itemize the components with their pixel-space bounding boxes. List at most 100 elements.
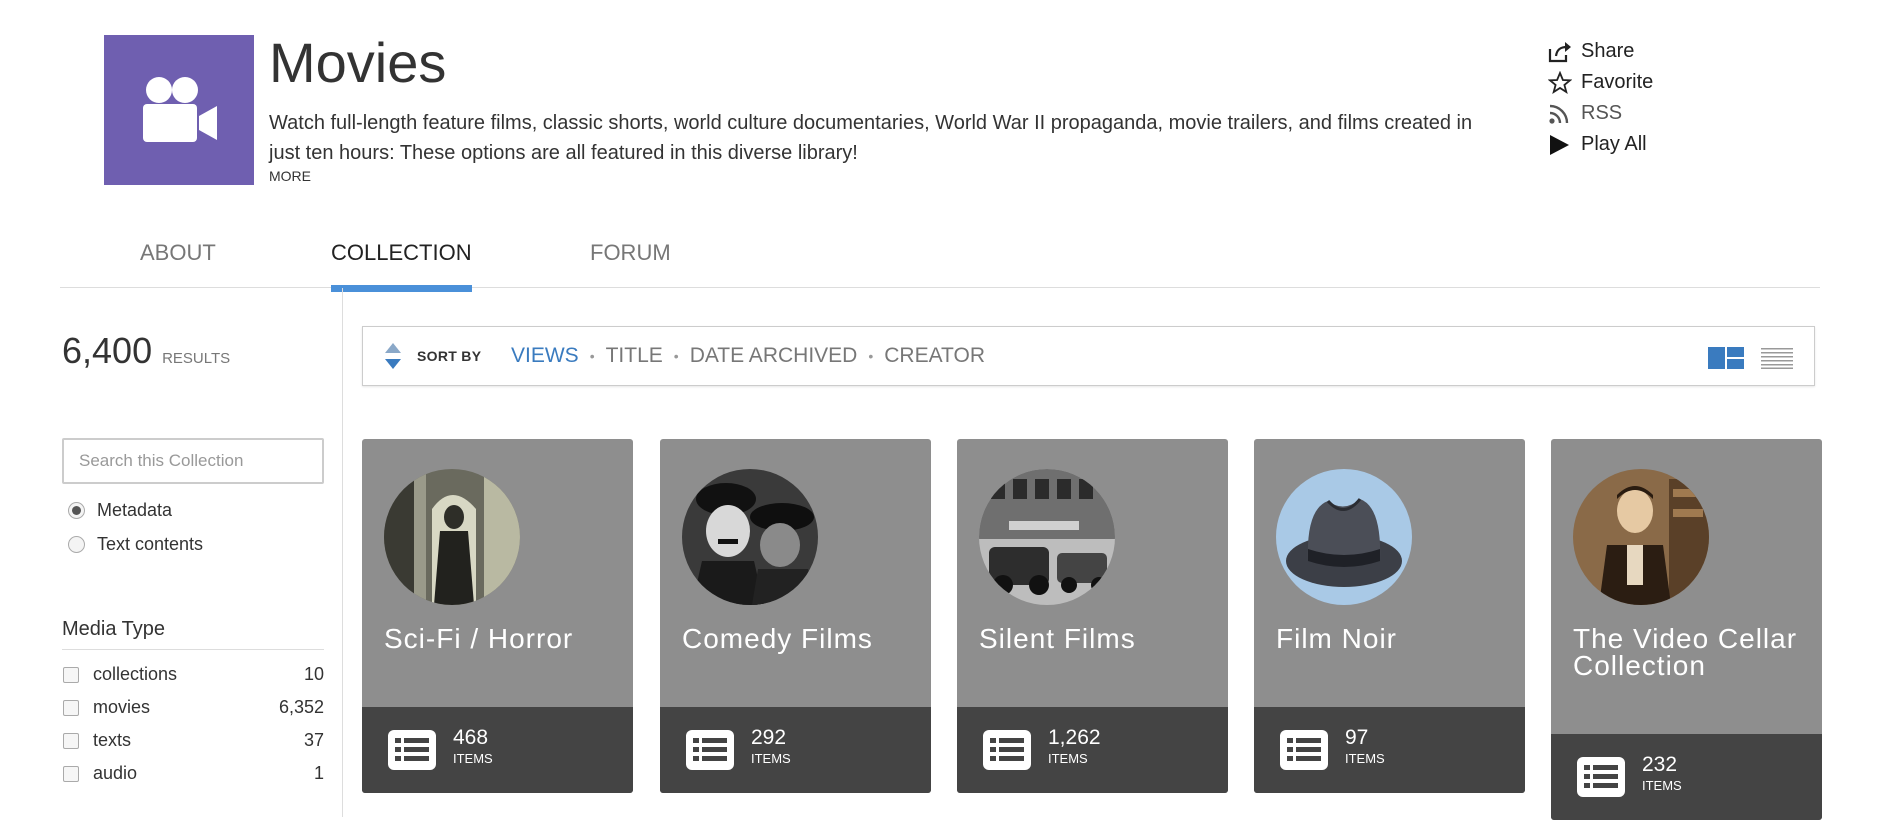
- facet-count: 1: [313, 763, 324, 783]
- facet-checkbox[interactable]: [63, 699, 79, 716]
- card-footer: 1,262 ITEMS: [957, 707, 1228, 793]
- sort-by-label: SORT BY: [417, 348, 482, 364]
- list-view-icon[interactable]: [1761, 347, 1793, 369]
- tab-bar: ABOUT COLLECTION FORUM: [60, 230, 1820, 292]
- facet-count: 6,352: [278, 697, 324, 717]
- list-icon: [686, 730, 734, 770]
- separator-dot: •: [868, 348, 874, 364]
- card-footer: 97 ITEMS: [1254, 707, 1525, 793]
- movie-camera-icon: [143, 77, 217, 142]
- card-item-count: 468: [453, 726, 489, 749]
- tab-about-label: ABOUT: [140, 240, 216, 265]
- radio-button[interactable]: [68, 536, 85, 553]
- sort-arrows-icon[interactable]: [385, 343, 401, 371]
- play-icon: [1548, 133, 1574, 157]
- facet-name[interactable]: movies: [93, 697, 279, 718]
- radio-text-contents-label: Text contents: [97, 534, 204, 554]
- card-thumbnail: [384, 469, 520, 605]
- facet-checkbox[interactable]: [63, 666, 79, 683]
- card-item-count: 232: [1642, 753, 1678, 776]
- active-tab-indicator: [331, 285, 472, 292]
- radio-button-selected[interactable]: [68, 502, 85, 519]
- collection-actions: Share Favorite RSS Play All: [1548, 36, 1653, 160]
- sort-date-archived[interactable]: DATE ARCHIVED: [690, 344, 858, 368]
- card-footer: 232 ITEMS: [1551, 734, 1822, 820]
- rss-label: RSS: [1581, 102, 1623, 124]
- more-link[interactable]: MORE: [269, 168, 311, 184]
- favorite-label: Favorite: [1581, 71, 1654, 93]
- collection-card[interactable]: Film Noir 97 ITEMS: [1254, 439, 1525, 793]
- results-count: 6,400: [62, 330, 153, 371]
- radio-text-contents[interactable]: Text contents: [68, 534, 203, 555]
- tile-view-icon[interactable]: [1708, 345, 1744, 371]
- results-label: RESULTS: [162, 350, 231, 367]
- tab-forum-label: FORUM: [590, 240, 671, 265]
- facet-count: 37: [303, 730, 324, 750]
- facet-audio: audio 1: [63, 763, 324, 784]
- collection-card[interactable]: The Video Cellar Collection 232 ITEMS: [1551, 439, 1822, 820]
- facet-texts: texts 37: [63, 730, 324, 751]
- list-icon: [1280, 730, 1328, 770]
- favorite-button[interactable]: Favorite: [1548, 67, 1653, 98]
- sidebar-divider: [342, 288, 343, 817]
- card-title: Silent Films: [979, 623, 1136, 654]
- facet-name[interactable]: audio: [93, 763, 314, 784]
- collection-card[interactable]: Comedy Films 292 ITEMS: [660, 439, 931, 793]
- share-button[interactable]: Share: [1548, 36, 1653, 67]
- star-icon: [1548, 70, 1574, 95]
- card-item-count: 1,262: [1048, 726, 1101, 749]
- facet-collections: collections 10: [63, 664, 324, 685]
- facet-name[interactable]: collections: [93, 664, 304, 685]
- card-items-label: ITEMS: [453, 751, 493, 766]
- card-items-label: ITEMS: [1345, 751, 1385, 766]
- collection-logo: [104, 35, 254, 185]
- tab-forum[interactable]: FORUM: [590, 240, 671, 284]
- collection-description: Watch full-length feature films, classic…: [269, 112, 1473, 164]
- play-all-label: Play All: [1581, 133, 1647, 155]
- page-title: Movies: [269, 31, 447, 94]
- facet-movies: movies 6,352: [63, 697, 324, 718]
- card-title: Sci-Fi / Horror: [384, 623, 574, 654]
- facet-name[interactable]: texts: [93, 730, 304, 751]
- radio-metadata-label: Metadata: [97, 500, 173, 520]
- facet-checkbox[interactable]: [63, 732, 79, 749]
- rss-icon: [1548, 102, 1574, 126]
- card-items-label: ITEMS: [1642, 778, 1682, 793]
- separator-dot: •: [673, 348, 679, 364]
- list-icon: [983, 730, 1031, 770]
- card-thumbnail: [979, 469, 1115, 605]
- facet-media-type-title: Media Type: [62, 618, 324, 650]
- facet-count: 10: [303, 664, 324, 684]
- card-title: Film Noir: [1276, 623, 1397, 654]
- results-summary: 6,400 RESULTS: [62, 330, 230, 372]
- separator-dot: •: [589, 348, 595, 364]
- play-all-button[interactable]: Play All: [1548, 129, 1653, 160]
- card-item-count: 97: [1345, 726, 1369, 749]
- sort-views[interactable]: VIEWS: [511, 344, 579, 368]
- card-items-label: ITEMS: [1048, 751, 1088, 766]
- rss-link[interactable]: RSS: [1548, 98, 1653, 129]
- tab-about[interactable]: ABOUT: [140, 240, 216, 284]
- card-footer: 292 ITEMS: [660, 707, 931, 793]
- card-thumbnail: [1276, 469, 1412, 605]
- radio-metadata[interactable]: Metadata: [68, 500, 172, 521]
- share-label: Share: [1581, 40, 1635, 62]
- card-items-label: ITEMS: [751, 751, 791, 766]
- card-thumbnail: [682, 469, 818, 605]
- share-icon: [1548, 40, 1574, 64]
- sort-bar: SORT BY VIEWS • TITLE • DATE ARCHIVED • …: [362, 326, 1815, 386]
- sort-title[interactable]: TITLE: [606, 344, 663, 368]
- card-title: Comedy Films: [682, 623, 873, 654]
- search-collection-input[interactable]: [62, 438, 324, 484]
- sort-creator[interactable]: CREATOR: [884, 344, 985, 368]
- tab-collection-label: COLLECTION: [331, 240, 472, 265]
- list-icon: [1577, 757, 1625, 797]
- tab-collection[interactable]: COLLECTION: [331, 240, 472, 292]
- facet-checkbox[interactable]: [63, 765, 79, 782]
- collection-card[interactable]: Sci-Fi / Horror 468 ITEMS: [362, 439, 633, 793]
- card-footer: 468 ITEMS: [362, 707, 633, 793]
- card-item-count: 292: [751, 726, 787, 749]
- collection-card[interactable]: Silent Films 1,262 ITEMS: [957, 439, 1228, 793]
- card-title: The Video Cellar Collection: [1573, 623, 1798, 681]
- card-thumbnail: [1573, 469, 1709, 605]
